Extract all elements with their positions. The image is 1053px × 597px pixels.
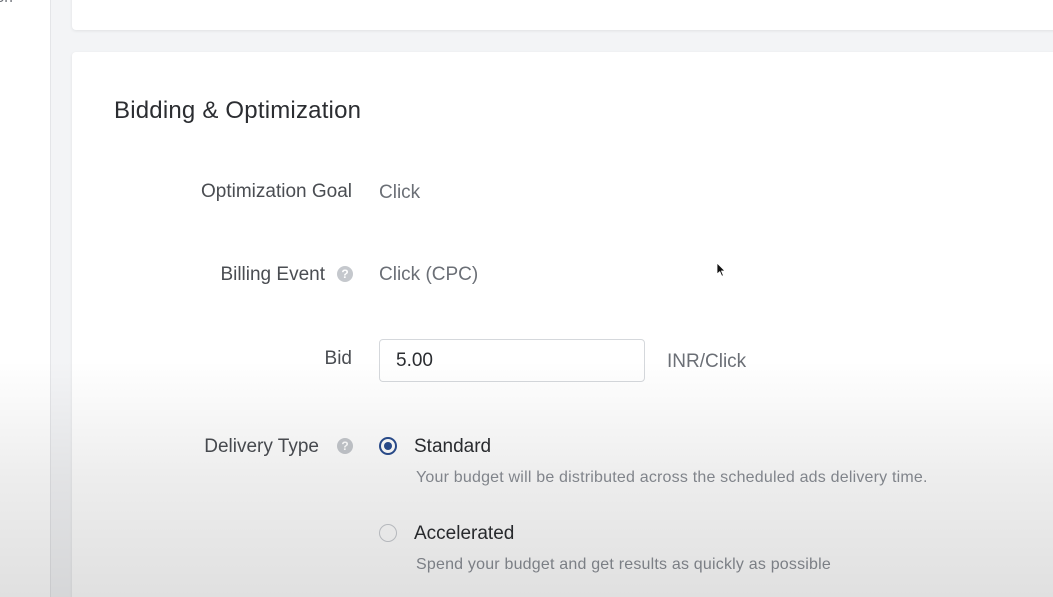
section-title: Bidding & Optimization — [114, 97, 362, 124]
optimization-goal-label: Optimization Goal — [200, 181, 352, 202]
radio-button-checked[interactable] — [379, 437, 397, 455]
bidding-section-card — [72, 52, 1053, 597]
bid-input[interactable] — [379, 339, 645, 382]
radio-label-accelerated[interactable]: Accelerated — [414, 523, 514, 545]
radio-button-unchecked[interactable] — [379, 524, 397, 542]
radio-description-accelerated: Spend your budget and get results as qui… — [416, 556, 832, 573]
mouse-cursor-icon — [716, 262, 726, 277]
radio-description-standard: Your budget will be distributed across t… — [416, 469, 928, 486]
question-circle-icon[interactable]: ? — [337, 266, 353, 282]
optimization-goal-value: Click — [379, 182, 421, 203]
bid-unit: INR/Click — [667, 351, 747, 372]
sidebar: on — [0, 0, 51, 597]
radio-label-standard[interactable]: Standard — [414, 436, 491, 458]
question-circle-icon[interactable]: ? — [337, 438, 353, 454]
bid-label: Bid — [324, 348, 352, 369]
sidebar-item-label[interactable]: on — [0, 0, 13, 6]
app-window: on Bidding & Optimization Optimization G… — [0, 0, 1053, 597]
delivery-type-label: Delivery Type — [204, 436, 319, 457]
billing-event-label: Billing Event — [220, 264, 325, 285]
previous-section-card — [72, 0, 1053, 30]
billing-event-value: Click (CPC) — [379, 264, 479, 285]
